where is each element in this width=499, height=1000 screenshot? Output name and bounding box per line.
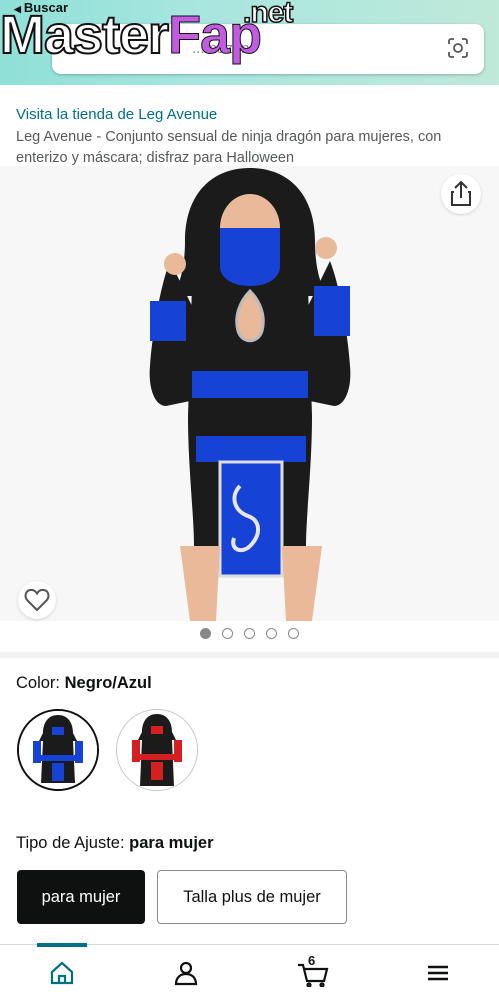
product-title: Leg Avenue - Conjunto sensual de ninja d…	[16, 129, 442, 166]
share-button[interactable]	[441, 174, 481, 214]
image-pager[interactable]	[0, 628, 499, 644]
cart-button[interactable]: 6	[296, 953, 330, 988]
menu-icon[interactable]	[424, 959, 452, 987]
heart-icon	[24, 588, 50, 612]
home-icon[interactable]	[48, 959, 76, 987]
color-label: Color: Negro/Azul	[16, 674, 152, 692]
pager-dot[interactable]	[266, 628, 277, 639]
watermark-logo: MasterFap .net	[0, 0, 294, 65]
swatch-image	[19, 711, 97, 789]
fit-option-talla-plus[interactable]: Talla plus de mujer	[157, 870, 347, 924]
header: ◀ Buscar ...mazon MasterFap .net	[0, 0, 499, 85]
color-swatch-negro-azul[interactable]	[17, 709, 99, 791]
cart-count: 6	[308, 953, 316, 968]
color-swatch-negro-rojo[interactable]	[116, 709, 198, 791]
fit-label: Tipo de Ajuste: para mujer	[16, 834, 214, 852]
camera-scan-icon[interactable]	[446, 36, 470, 60]
pager-dot[interactable]	[288, 628, 299, 639]
wishlist-button[interactable]	[18, 581, 56, 619]
fit-option-para-mujer[interactable]: para mujer	[17, 870, 145, 924]
store-link[interactable]: Visita la tienda de Leg Avenue	[16, 106, 217, 123]
bottom-nav: 6	[0, 943, 499, 1000]
section-divider	[0, 652, 499, 658]
share-icon	[451, 180, 471, 206]
account-icon[interactable]	[172, 959, 200, 987]
pager-dot[interactable]	[222, 628, 233, 639]
product-image	[149, 168, 351, 621]
selected-fit: para mujer	[129, 834, 214, 852]
active-tab-indicator	[37, 943, 87, 947]
product-image-carousel[interactable]	[0, 166, 499, 621]
selected-color: Negro/Azul	[64, 674, 152, 692]
swatch-image	[117, 710, 197, 790]
pager-dot[interactable]	[200, 628, 211, 639]
pager-dot[interactable]	[244, 628, 255, 639]
